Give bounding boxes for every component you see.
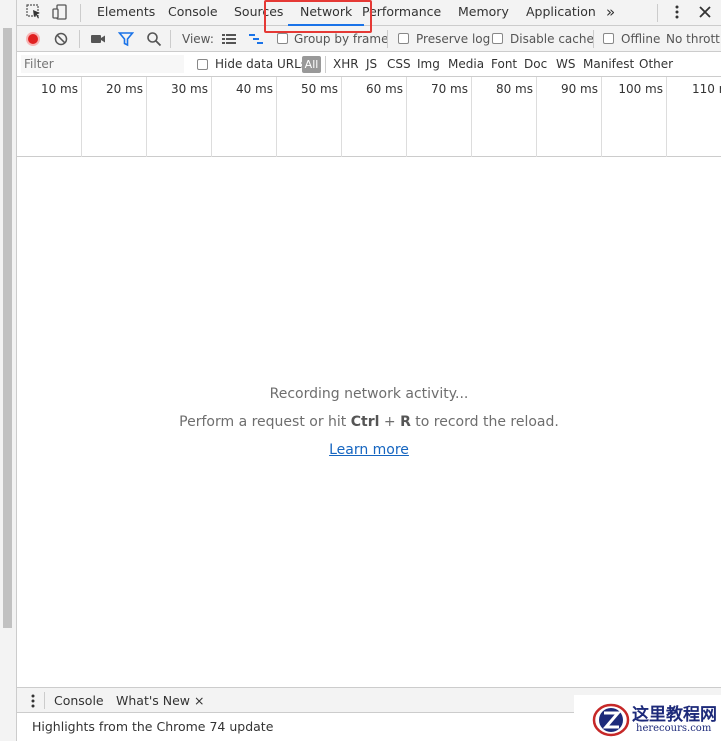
reload-hint-post: to record the reload. [410,414,559,430]
watermark: 这里教程网 herecours.com [574,695,721,741]
kebab-menu-icon[interactable] [669,4,685,20]
drawer-tab-console[interactable]: Console [54,688,104,713]
device-toolbar-icon[interactable] [52,4,68,20]
tab-elements[interactable]: Elements [97,0,155,26]
learn-more-link[interactable]: Learn more [329,442,409,458]
hide-data-urls-checkbox[interactable] [197,59,208,70]
preserve-log-checkbox[interactable] [398,33,409,44]
type-filter-all[interactable]: All [302,56,321,73]
type-filter-js[interactable]: JS [366,52,377,77]
divider [387,30,388,48]
divider [170,30,171,48]
tab-console[interactable]: Console [168,0,218,26]
reload-hint-pre: Perform a request or hit [179,414,351,430]
devtools-panel: Elements Console Sources Network Perform… [17,0,721,741]
divider [657,4,658,22]
timeline-tick: 100 ms [602,77,667,157]
filter-icon[interactable] [118,31,134,47]
close-tab-icon[interactable]: × [194,693,204,708]
preserve-log-label: Preserve log [416,32,491,46]
reload-hint: Perform a request or hit Ctrl + R to rec… [17,414,721,430]
tab-memory[interactable]: Memory [458,0,509,26]
type-filter-font[interactable]: Font [491,52,517,77]
tab-network[interactable]: Network [288,0,365,26]
type-filter-other[interactable]: Other [639,52,673,77]
group-by-frame-checkbox[interactable] [277,33,288,44]
waterfall-overview-icon[interactable] [248,31,264,47]
type-filter-media[interactable]: Media [448,52,484,77]
view-label: View: [182,32,214,46]
drawer-tab-whats-new-label: What's New [116,693,191,708]
tab-performance[interactable]: Performance [362,0,441,26]
offline-checkbox[interactable] [603,33,614,44]
recording-message: Recording network activity... [269,386,469,402]
timeline-tick: 60 ms [342,77,407,157]
type-filter-img[interactable]: Img [417,52,440,77]
type-filter-css[interactable]: CSS [387,52,411,77]
divider [593,30,594,48]
shortcut-plus: + [379,414,401,430]
divider [79,30,80,48]
timeline-tick: 20 ms [82,77,147,157]
more-tabs-button[interactable]: » [606,0,615,26]
tab-sources[interactable]: Sources [234,0,283,26]
shortcut-key-r: R [400,414,411,430]
timeline-overview[interactable]: 10 ms 20 ms 30 ms 40 ms 50 ms 60 ms 70 m… [17,77,721,157]
tab-bar: Elements Console Sources Network Perform… [17,0,721,26]
screenshot-video-icon[interactable] [90,31,106,47]
type-filter-manifest[interactable]: Manifest [583,52,634,77]
disable-cache-label: Disable cache [510,32,594,46]
type-filter-xhr[interactable]: XHR [333,52,359,77]
timeline-tick: 40 ms [212,77,277,157]
group-by-frame-label: Group by frame [294,32,389,46]
throttling-select[interactable]: No throttl [666,26,721,52]
timeline-tick: 80 ms [472,77,537,157]
watermark-en: herecours.com [636,723,712,734]
offline-label: Offline [621,32,661,46]
clear-icon[interactable] [53,31,69,47]
hide-data-urls-label: Hide data URLs [215,57,308,71]
network-toolbar: View: Group by frame Preserve log Disabl… [17,26,721,52]
left-scrollbar[interactable] [3,28,12,628]
whats-new-highlights: Highlights from the Chrome 74 update [32,719,274,734]
record-button[interactable] [26,32,40,46]
filter-input[interactable] [21,55,184,73]
close-devtools-icon[interactable] [697,4,713,20]
timeline-tick: 70 ms [407,77,472,157]
divider [325,56,326,73]
disable-cache-checkbox[interactable] [492,33,503,44]
type-filter-ws[interactable]: WS [556,52,575,77]
shortcut-key-ctrl: Ctrl [350,414,380,430]
watermark-cn: 这里教程网 [632,705,717,725]
left-gutter [0,0,17,741]
large-rows-icon[interactable] [221,31,237,47]
type-filter-doc[interactable]: Doc [524,52,547,77]
site-logo-icon [592,703,630,737]
divider [44,692,45,709]
timeline-tick: 30 ms [147,77,212,157]
timeline-tick: 10 ms [17,77,82,157]
inspect-element-icon[interactable] [26,4,42,20]
search-icon[interactable] [146,31,162,47]
drawer-menu-icon[interactable] [31,693,35,709]
drawer-tab-whats-new[interactable]: What's New × [108,688,213,715]
timeline-tick: 110 ms [692,82,721,96]
filter-bar: Hide data URLs All XHR JS CSS Img Media … [17,52,721,77]
timeline-tick: 90 ms [537,77,602,157]
divider [80,4,81,22]
timeline-tick: 50 ms [277,77,342,157]
tab-application[interactable]: Application [526,0,596,26]
